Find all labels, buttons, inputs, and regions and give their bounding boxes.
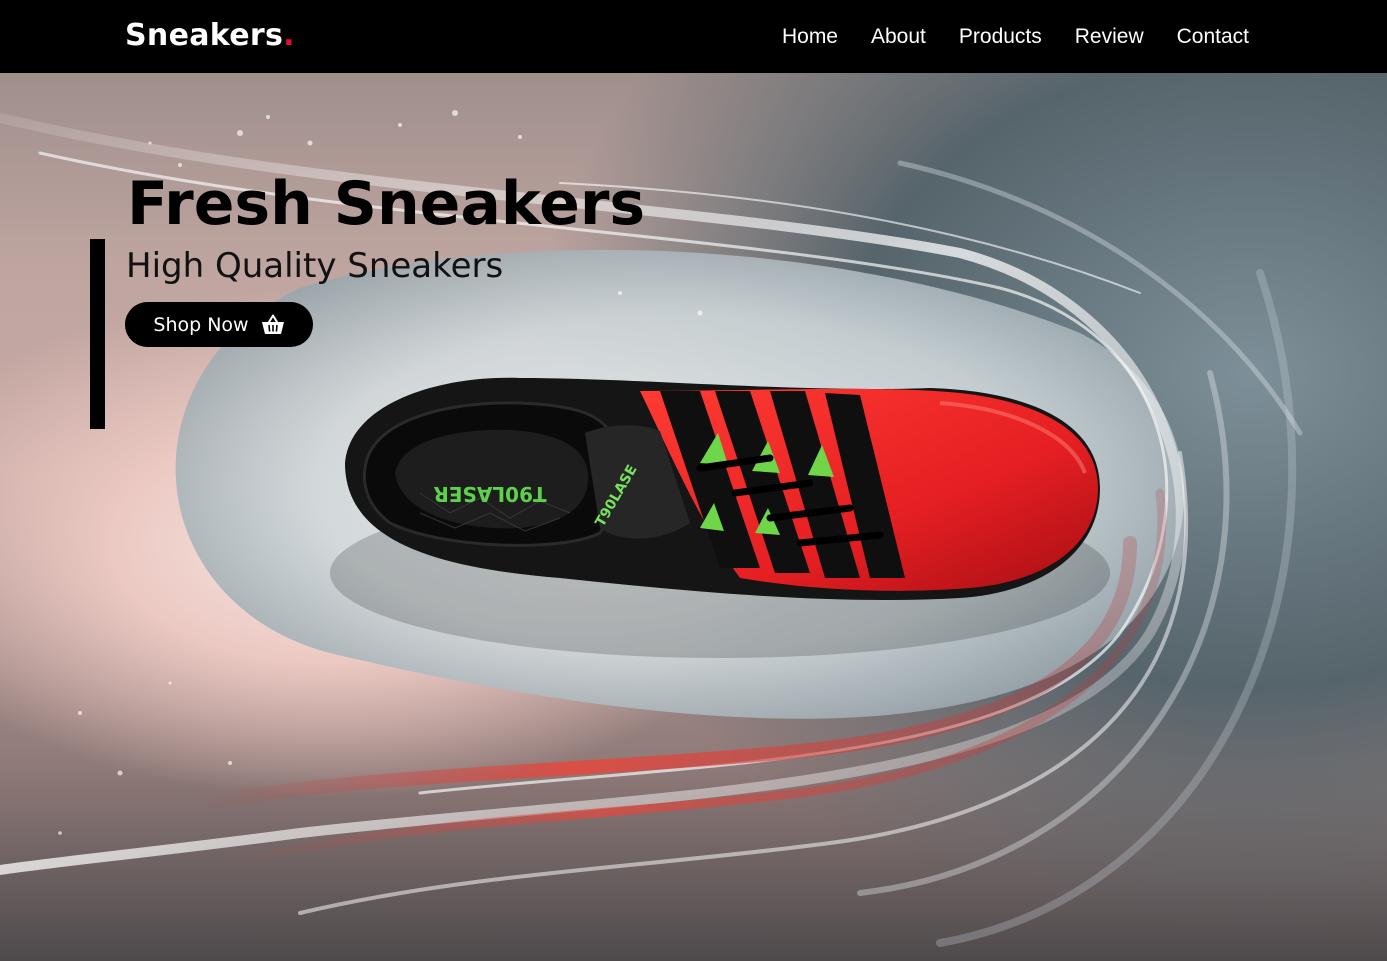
shop-now-button[interactable]: Shop Now <box>125 302 313 347</box>
nav-link-home[interactable]: Home <box>782 25 838 49</box>
top-navbar: Sneakers. Home About Products Review Con… <box>0 0 1387 73</box>
shopping-basket-icon <box>261 314 284 334</box>
hero-title: Fresh Sneakers <box>127 169 646 239</box>
nav-link-about[interactable]: About <box>871 25 926 49</box>
shoe-print-lateral: T90LASER <box>433 482 546 506</box>
nav-link-products[interactable]: Products <box>959 25 1042 49</box>
brand-name: Sneakers <box>125 18 284 53</box>
nav-link-contact[interactable]: Contact <box>1177 25 1249 49</box>
brand-logo[interactable]: Sneakers. <box>125 16 295 56</box>
nav-link-review[interactable]: Review <box>1075 25 1144 49</box>
hero-subtitle: High Quality Sneakers <box>126 246 504 286</box>
brand-dot: . <box>283 18 295 53</box>
main-nav: Home About Products Review Contact <box>782 0 1249 73</box>
shop-now-label: Shop Now <box>153 313 249 336</box>
hero-accent-bar <box>90 239 105 429</box>
